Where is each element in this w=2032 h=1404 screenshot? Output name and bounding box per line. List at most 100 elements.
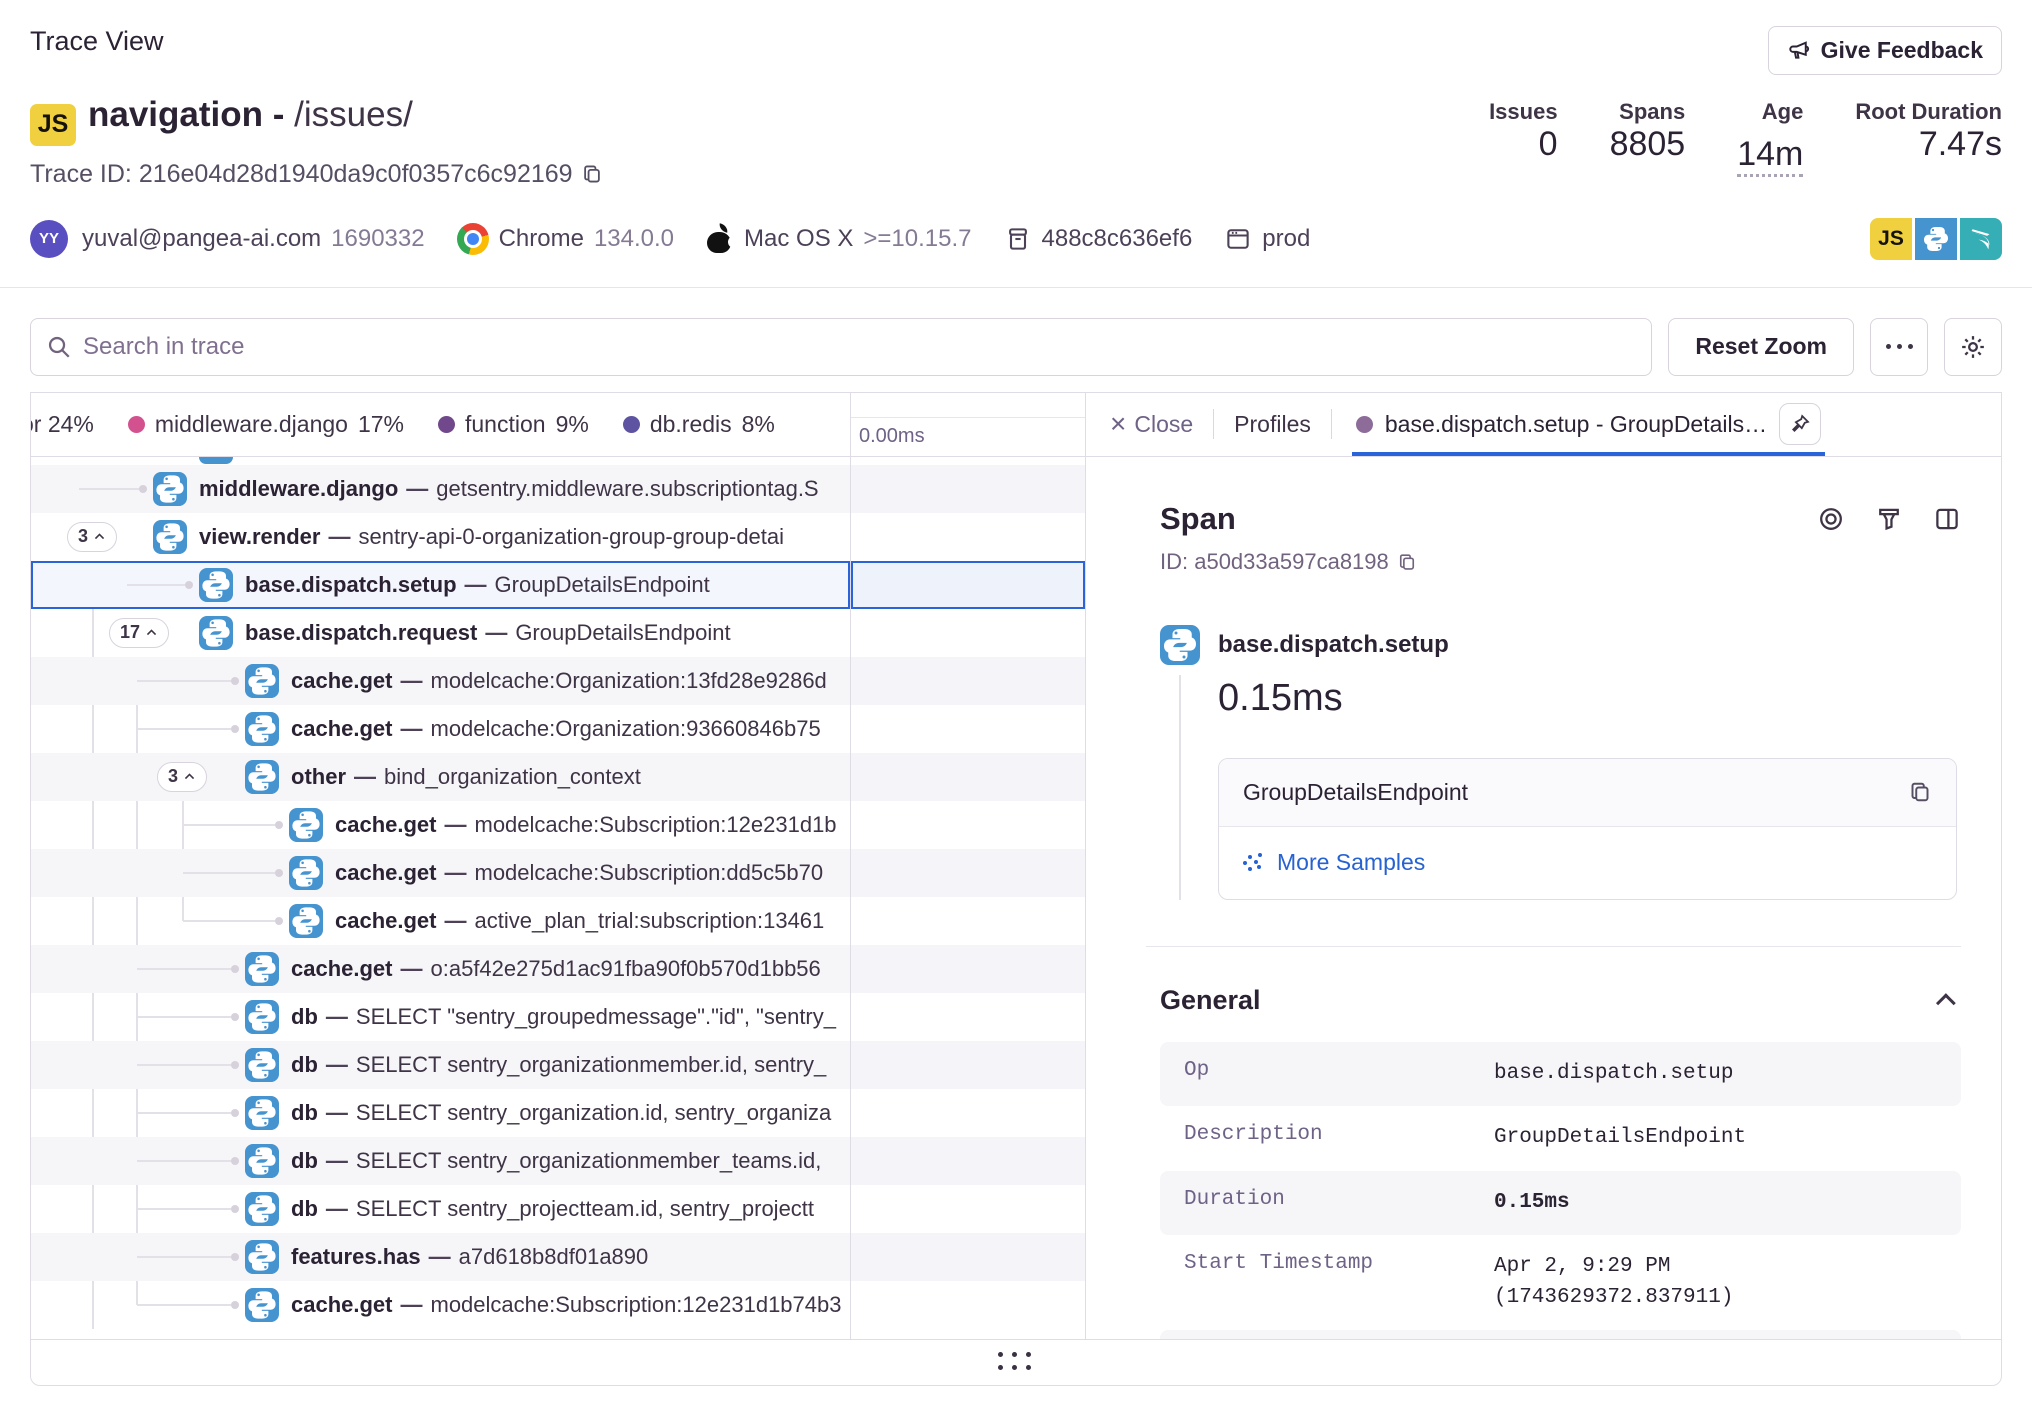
waterfall-row[interactable]: [851, 705, 1085, 753]
general-value: base.dispatch.setup: [1494, 1059, 1937, 1089]
meta-os: Mac OS X >=10.15.7: [706, 224, 971, 254]
legend-item[interactable]: middleware.django 17%: [128, 411, 404, 438]
header-divider: [0, 287, 2032, 288]
filter-funnel-icon[interactable]: [1875, 505, 1903, 533]
tree-connector: [137, 680, 231, 682]
waterfall-row[interactable]: [851, 1137, 1085, 1185]
tree-row[interactable]: 3 view.render—sentry-api-0-organization-…: [31, 513, 850, 561]
waterfall-row[interactable]: [851, 1089, 1085, 1137]
waterfall-row[interactable]: [851, 1281, 1085, 1329]
tree-row[interactable]: cache.get—o:a5f42e275d1ac91fba90f0b570d1…: [31, 945, 850, 993]
tree-row[interactable]: cache.get—active_plan_trial:subscription…: [31, 897, 850, 945]
trace-stat: Age 14m: [1737, 99, 1803, 189]
stat-label: Issues: [1489, 99, 1558, 125]
waterfall-row[interactable]: [851, 801, 1085, 849]
badge-count: 3: [78, 526, 88, 547]
op-separator: —: [318, 1196, 356, 1221]
pin-icon: [1789, 413, 1811, 435]
python-platform-icon: [1160, 625, 1200, 665]
tab-profiles[interactable]: Profiles: [1234, 411, 1311, 438]
waterfall-row[interactable]: [851, 1041, 1085, 1089]
tree-row[interactable]: cache.get—modelcache:Organization:13fd28…: [31, 657, 850, 705]
collapse-badge[interactable]: 3: [67, 522, 117, 552]
waterfall-rows: [851, 457, 1085, 1339]
span-description: modelcache:Subscription:12e231d1b74b3: [431, 1292, 842, 1317]
tree-row[interactable]: db—SELECT sentry_projectteam.id, sentry_…: [31, 1185, 850, 1233]
span-op-name: base.dispatch.setup: [1218, 625, 1961, 665]
span-description: SELECT sentry_organization.id, sentry_or…: [356, 1100, 831, 1125]
python-platform-icon: [1915, 218, 1957, 260]
waterfall-row[interactable]: [851, 657, 1085, 705]
drag-handle[interactable]: [998, 1352, 1034, 1372]
search-input[interactable]: [30, 318, 1652, 376]
tree-row[interactable]: 3 other—bind_organization_context: [31, 753, 850, 801]
span-description: modelcache:Subscription:12e231d1b: [475, 812, 837, 837]
waterfall-row[interactable]: [851, 945, 1085, 993]
meta-user: yuval@pangea-ai.com 1690332: [82, 225, 425, 253]
trace-stat: Root Duration 7.47s: [1855, 99, 2002, 189]
waterfall-row[interactable]: [851, 609, 1085, 657]
tree-row[interactable]: base.dispatch.setup—GroupDetailsEndpoint: [31, 561, 850, 609]
more-options-button[interactable]: [1870, 318, 1928, 376]
tab-active-span[interactable]: base.dispatch.setup - GroupDetails…: [1352, 393, 1825, 456]
trace-search: [30, 318, 1652, 376]
tree-connector: [137, 1304, 231, 1306]
span-description-card: GroupDetailsEndpoint: [1218, 758, 1957, 901]
span-op: cache.get: [291, 956, 393, 981]
legend-item[interactable]: function 9%: [438, 411, 589, 438]
span-description: SELECT sentry_organizationmember_teams.i…: [356, 1148, 821, 1173]
settings-button[interactable]: [1944, 318, 2002, 376]
pin-tab-button[interactable]: [1779, 403, 1821, 445]
trace-stats: Issues 0 Spans 8805 Age 14m Root Duratio…: [1489, 99, 2002, 189]
collapse-badge[interactable]: 3: [157, 762, 207, 792]
waterfall-row[interactable]: [851, 897, 1085, 945]
copy-icon[interactable]: [581, 163, 603, 185]
give-feedback-button[interactable]: Give Feedback: [1768, 26, 2002, 75]
tree-row[interactable]: features.has—a7d618b8df01a890: [31, 1233, 850, 1281]
legend-item-clipped[interactable]: or 24%: [31, 411, 94, 438]
tree-row[interactable]: db—SELECT sentry_organization.id, sentry…: [31, 1089, 850, 1137]
span-op: cache.get: [291, 1292, 393, 1317]
copy-icon[interactable]: [1397, 552, 1417, 572]
reset-zoom-button[interactable]: Reset Zoom: [1668, 318, 1854, 376]
waterfall-row[interactable]: [851, 561, 1085, 609]
waterfall-row[interactable]: [851, 513, 1085, 561]
general-key: Duration: [1184, 1188, 1494, 1218]
span-description: modelcache:Organization:13fd28e9286d: [431, 668, 827, 693]
waterfall-row[interactable]: [851, 753, 1085, 801]
legend-item[interactable]: db.redis 8%: [623, 411, 775, 438]
span-duration: 0.15ms: [1218, 677, 1961, 720]
stat-value[interactable]: 14m: [1737, 135, 1803, 177]
javascript-platform-badge: JS: [30, 104, 76, 146]
span-description: sentry-api-0-organization-group-group-de…: [358, 524, 784, 549]
waterfall-row[interactable]: [851, 849, 1085, 897]
collapse-chevron-icon[interactable]: [1936, 993, 1956, 1013]
tree-row[interactable]: db—SELECT "sentry_groupedmessage"."id", …: [31, 993, 850, 1041]
tree-row[interactable]: db—SELECT sentry_organizationmember.id, …: [31, 1041, 850, 1089]
span-op: cache.get: [335, 812, 437, 837]
tree-row[interactable]: cache.get—modelcache:Subscription:12e231…: [31, 801, 850, 849]
tree-row[interactable]: db—SELECT sentry_organizationmember_team…: [31, 1137, 850, 1185]
waterfall-row[interactable]: [851, 993, 1085, 1041]
copy-icon[interactable]: [1908, 780, 1932, 804]
op-separator: —: [477, 620, 515, 645]
waterfall-row[interactable]: [851, 465, 1085, 513]
tree-row[interactable]: 17 base.dispatch.request—GroupDetailsEnd…: [31, 609, 850, 657]
tree-row[interactable]: middleware.django—getsentry.middleware.s…: [31, 465, 850, 513]
waterfall-row[interactable]: [851, 1233, 1085, 1281]
partial-row-icon: [199, 457, 233, 464]
python-platform-icon: [245, 712, 279, 746]
span-description: SELECT "sentry_groupedmessage"."id", "se…: [356, 1004, 836, 1029]
legend-label: db.redis: [650, 411, 732, 438]
focus-target-icon[interactable]: [1817, 505, 1845, 533]
span-op: view.render: [199, 524, 320, 549]
tree-row[interactable]: cache.get—modelcache:Subscription:12e231…: [31, 1281, 850, 1329]
waterfall-row[interactable]: [851, 1185, 1085, 1233]
tree-row[interactable]: cache.get—modelcache:Organization:936608…: [31, 705, 850, 753]
split-panel-icon[interactable]: [1933, 505, 1961, 533]
tree-row[interactable]: cache.get—modelcache:Subscription:dd5c5b…: [31, 849, 850, 897]
close-drawer-button[interactable]: × Close: [1110, 411, 1193, 438]
more-samples-link[interactable]: More Samples: [1243, 849, 1425, 876]
collapse-badge[interactable]: 17: [109, 618, 169, 648]
op-separator: —: [437, 908, 475, 933]
